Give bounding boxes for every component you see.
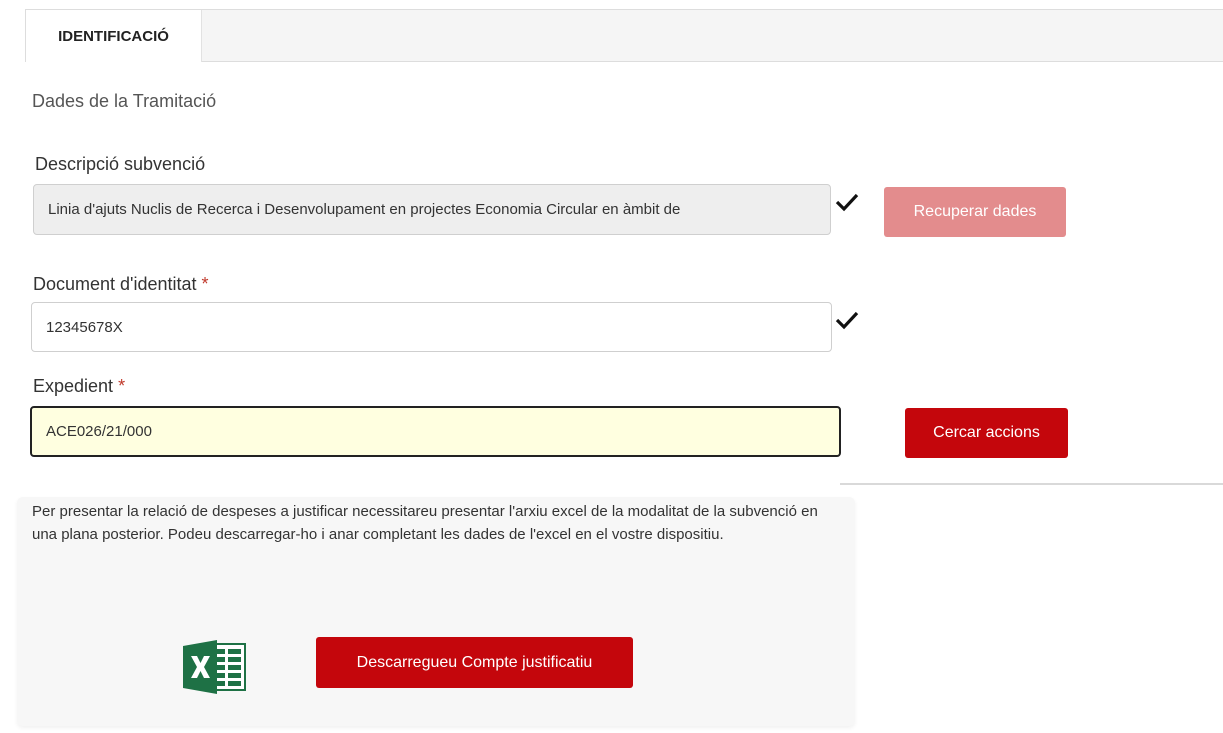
required-mark: * [201, 274, 209, 294]
descripcio-value: Linia d'ajuts Nuclis de Recerca i Desenv… [48, 201, 681, 218]
expedient-label: Expedient * [33, 376, 125, 397]
excel-icon [183, 640, 246, 694]
check-icon [835, 193, 859, 212]
descripcio-field[interactable]: Linia d'ajuts Nuclis de Recerca i Desenv… [33, 184, 831, 235]
required-mark: * [118, 376, 126, 396]
document-value: 12345678X [46, 318, 123, 336]
tab-bar: IDENTIFICACIÓ [25, 9, 1223, 62]
expedient-input[interactable]: ACE026/21/000 [30, 406, 841, 457]
divider [840, 483, 1223, 485]
descarregueu-compte-button[interactable]: Descarregueu Compte justificatiu [316, 637, 633, 688]
cercar-accions-button[interactable]: Cercar accions [905, 408, 1068, 458]
descripcio-label: Descripció subvenció [35, 154, 206, 174]
tab-identificacio[interactable]: IDENTIFICACIÓ [26, 10, 202, 62]
check-icon [835, 311, 859, 330]
expedient-label-text: Expedient [33, 376, 114, 396]
recuperar-dades-button[interactable]: Recuperar dades [884, 187, 1066, 237]
document-label-text: Document d'identitat [33, 274, 197, 294]
document-label: Document d'identitat * [33, 274, 209, 295]
info-text: Per presentar la relació de despeses a j… [32, 503, 818, 543]
document-identitat-input[interactable]: 12345678X [31, 302, 832, 352]
info-panel: Per presentar la relació de despeses a j… [17, 497, 855, 726]
section-title: Dades de la Tramitació [32, 91, 217, 111]
expedient-value: ACE026/21/000 [46, 423, 152, 440]
